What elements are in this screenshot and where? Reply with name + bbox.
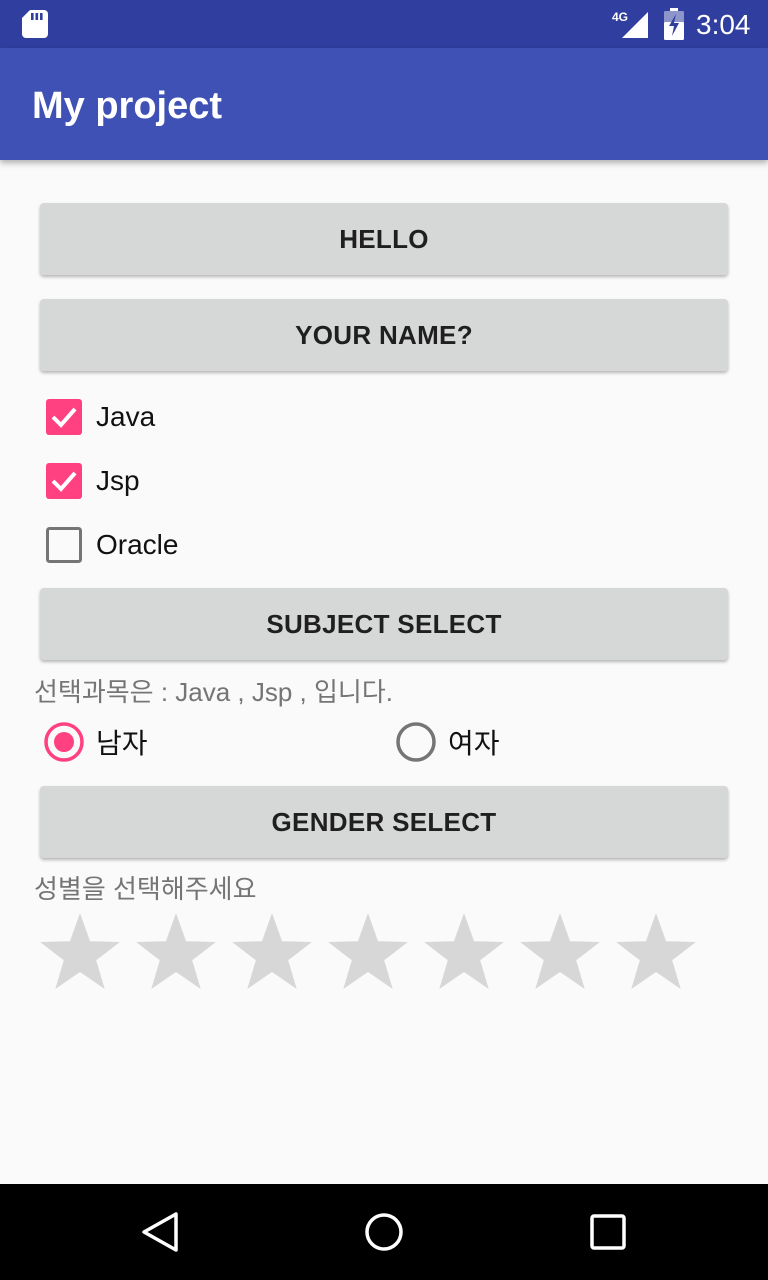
- hello-button[interactable]: HELLO: [40, 203, 728, 275]
- star-icon[interactable]: [328, 913, 408, 989]
- your-name-button[interactable]: YOUR NAME?: [40, 299, 728, 371]
- home-icon[interactable]: [362, 1210, 406, 1254]
- battery-charging-icon: [664, 8, 684, 40]
- checkbox-oracle[interactable]: Oracle: [44, 521, 178, 569]
- star-icon[interactable]: [616, 913, 696, 989]
- subject-result-text: 선택과목은 : Java , Jsp , 입니다.: [34, 677, 393, 707]
- radio-selected-icon: [44, 722, 84, 762]
- radio-male[interactable]: 남자: [42, 718, 148, 766]
- star-icon[interactable]: [520, 913, 600, 989]
- checkbox-jsp[interactable]: Jsp: [44, 457, 140, 505]
- radio-unselected-icon: [396, 722, 436, 762]
- signal-icon: 4G: [612, 10, 648, 38]
- rating-bar[interactable]: [38, 912, 710, 1000]
- checkbox-unchecked-icon: [46, 527, 82, 563]
- checkbox-oracle-label: Oracle: [96, 529, 179, 560]
- radio-female-label: 여자: [448, 728, 500, 759]
- app-title: My project: [32, 85, 223, 127]
- subject-select-button[interactable]: SUBJECT SELECT: [40, 588, 728, 660]
- network-type: 4G: [612, 10, 628, 24]
- checkbox-jsp-label: Jsp: [96, 465, 140, 496]
- star-icon[interactable]: [232, 913, 312, 989]
- star-icon[interactable]: [424, 913, 504, 989]
- app-bar: My project: [0, 48, 768, 160]
- gender-select-button[interactable]: GENDER SELECT: [40, 786, 728, 858]
- checkbox-checked-icon: [46, 463, 82, 499]
- status-bar: 4G 3:04: [0, 0, 768, 48]
- sd-card-icon: [22, 10, 48, 38]
- clock: 3:04: [696, 9, 751, 40]
- radio-female[interactable]: 여자: [394, 718, 500, 766]
- star-icon[interactable]: [136, 913, 216, 989]
- star-icon[interactable]: [40, 913, 120, 989]
- back-icon[interactable]: [138, 1210, 182, 1254]
- checkbox-java-label: Java: [96, 401, 156, 432]
- gender-result-text: 성별을 선택해주세요: [34, 874, 257, 904]
- checkbox-java[interactable]: Java: [44, 393, 155, 441]
- navigation-bar: [0, 1184, 768, 1280]
- radio-male-label: 남자: [96, 728, 148, 759]
- recent-apps-icon[interactable]: [588, 1212, 628, 1252]
- checkbox-checked-icon: [46, 399, 82, 435]
